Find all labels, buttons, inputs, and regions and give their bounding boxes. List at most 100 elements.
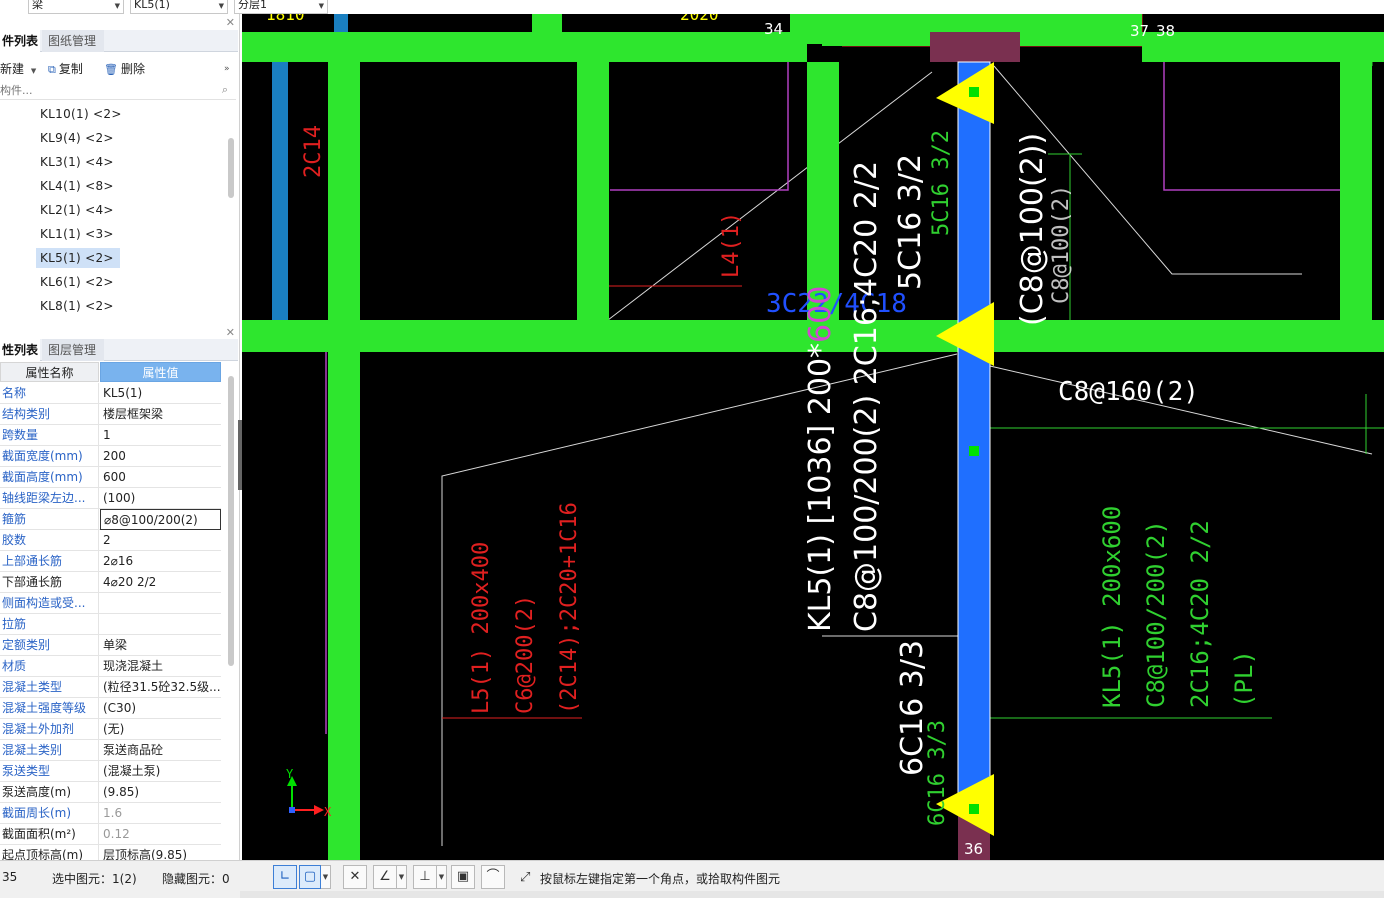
property-row[interactable]: 轴线距梁左边... (100) [0,488,221,509]
list-item[interactable]: KL9(4) <2> [36,128,118,148]
property-row[interactable]: 截面周长(m) 1.6 [0,803,221,824]
property-value[interactable]: (C30) [100,698,221,719]
property-name: 截面面积(m²) [0,824,99,845]
property-row[interactable]: 胶数 2 [0,530,221,551]
property-value[interactable]: 2⌀16 [100,551,221,572]
property-row[interactable]: 材质 现浇混凝土 [0,656,221,677]
property-row[interactable]: 截面高度(mm) 600 [0,467,221,488]
display-button[interactable]: ▣ [451,865,475,889]
element-type-dropdown[interactable]: 梁 ▼ [28,0,124,14]
cross-select-button[interactable]: ✕ [343,865,367,889]
property-value[interactable]: 单梁 [100,635,221,656]
list-item[interactable]: KL8(1) <2> [36,296,118,316]
property-value[interactable]: 200 [100,446,221,467]
drawing-canvas[interactable]: Y X 34 37 38 36 1810 2020 2C14 L4(1) L5(… [242,14,1384,860]
tab-component-list[interactable]: 件列表 [0,30,40,52]
layer-dropdown[interactable]: 分层1 ▼ [234,0,328,14]
property-row[interactable]: 拉筋 [0,614,221,635]
property-row[interactable]: 混凝土类型 (粒径31.5砼32.5级... [0,677,221,698]
tab-property-list[interactable]: 性列表 [0,339,40,361]
property-value[interactable] [100,593,221,614]
property-row[interactable]: 下部通长筋 4⌀20 2/2 [0,572,221,593]
grip-point[interactable] [969,446,979,456]
property-row[interactable]: 跨数量 1 [0,425,221,446]
property-name: 混凝土类型 [0,677,99,698]
property-row[interactable]: 混凝土强度等级 (C30) [0,698,221,719]
property-name: 混凝土类别 [0,740,99,761]
copy-button[interactable]: ⧉ 复制 [48,58,83,80]
close-icon[interactable]: ✕ [226,16,235,29]
property-name: 名称 [0,383,99,404]
arc-button[interactable]: ⌒ [481,865,505,889]
property-row[interactable]: 截面面积(m²) 0.12 [0,824,221,845]
property-row[interactable]: 上部通长筋 2⌀16 [0,551,221,572]
list-item[interactable]: KL3(1) <4> [36,152,118,172]
property-row[interactable]: 侧面构造或受... [0,593,221,614]
property-value[interactable]: (粒径31.5砼32.5级... [100,677,221,698]
chevron-down-icon: ▼ [30,67,37,75]
list-item[interactable]: KL6(1) <2> [36,272,118,292]
property-value[interactable]: 楼层框架梁 [100,404,221,425]
property-value[interactable]: (9.85) [100,782,221,803]
property-value[interactable]: 现浇混凝土 [100,656,221,677]
property-value[interactable]: 600 [100,467,221,488]
property-scrollbar[interactable] [228,376,234,666]
grip-point[interactable] [969,804,979,814]
property-value[interactable]: 2 [100,530,221,551]
grip-point[interactable] [969,87,979,97]
property-value[interactable]: 4⌀20 2/2 [100,572,221,593]
tab-drawing-management[interactable]: 图纸管理 [42,30,104,52]
component-dropdown[interactable]: KL5(1) ▼ [130,0,228,14]
chevron-down-icon: ▼ [398,873,405,881]
property-value[interactable]: 泵送商品砼 [100,740,221,761]
search-input[interactable] [0,82,210,98]
property-value-input[interactable]: ⌀8@100/200(2) [100,509,221,530]
list-item[interactable]: KL2(1) <4> [36,200,118,220]
snap-dropdown[interactable]: ▼ [437,865,447,889]
property-value[interactable] [100,614,221,635]
property-value[interactable]: 1.6 [100,803,221,824]
list-item-selected[interactable]: KL5(1) <2> [36,248,120,268]
list-item[interactable]: KL4(1) <8> [36,176,118,196]
search-icon[interactable]: ⌕ [222,83,228,97]
property-row[interactable]: 泵送类型 (混凝土泵) [0,761,221,782]
ortho-toggle[interactable]: ∟ [273,865,297,889]
snap-button[interactable]: ⊥ [413,865,437,889]
property-row[interactable]: 结构类别 楼层框架梁 [0,404,221,425]
new-button[interactable]: 新建 ▼ [0,58,36,80]
property-value[interactable]: (100) [100,488,221,509]
property-row[interactable]: 混凝土外加剂 (无) [0,719,221,740]
property-value[interactable]: (混凝土泵) [100,761,221,782]
select-mode-dropdown[interactable]: ▼ [321,865,331,889]
property-row[interactable]: 泵送高度(m) (9.85) [0,782,221,803]
list-item[interactable]: KL1(1) <3> [36,224,118,244]
annotation-stirrup-2: C8@100(2) [1049,185,1074,304]
list-scrollbar[interactable] [228,138,234,198]
selected-beam-kl5[interactable] [957,61,991,811]
property-row[interactable]: 定额类别 单梁 [0,635,221,656]
list-item[interactable]: KL10(1) <2> [36,104,126,124]
header-property-value: 属性值 [100,362,221,382]
close-icon[interactable]: ✕ [226,326,235,339]
delete-button[interactable]: 🗑 删除 [104,58,145,80]
property-value[interactable]: KL5(1) [100,383,221,404]
property-row[interactable]: 名称 KL5(1) [0,383,221,404]
property-value[interactable]: (无) [100,719,221,740]
angle-button[interactable]: ∠ [373,865,397,889]
property-name: 结构类别 [0,404,99,425]
more-icon[interactable]: » [224,58,230,80]
header-property-name: 属性名称 [0,362,99,382]
property-value[interactable]: 0.12 [100,824,221,845]
blue-beam [272,62,288,320]
property-value[interactable]: 1 [100,425,221,446]
tab-layer-management[interactable]: 图层管理 [42,339,104,361]
select-mode-button[interactable]: ▢ [299,865,321,889]
copy-label: 复制 [58,62,83,76]
angle-dropdown[interactable]: ▼ [397,865,407,889]
property-row[interactable]: 混凝土类别 泵送商品砼 [0,740,221,761]
property-row[interactable]: 箍筋 ⌀8@100/200(2) [0,509,221,530]
component-value: KL5(1) [134,0,170,11]
horizontal-scrollbar[interactable] [240,891,1384,898]
property-row[interactable]: 截面宽度(mm) 200 [0,446,221,467]
layer-value: 分层1 [238,0,267,11]
